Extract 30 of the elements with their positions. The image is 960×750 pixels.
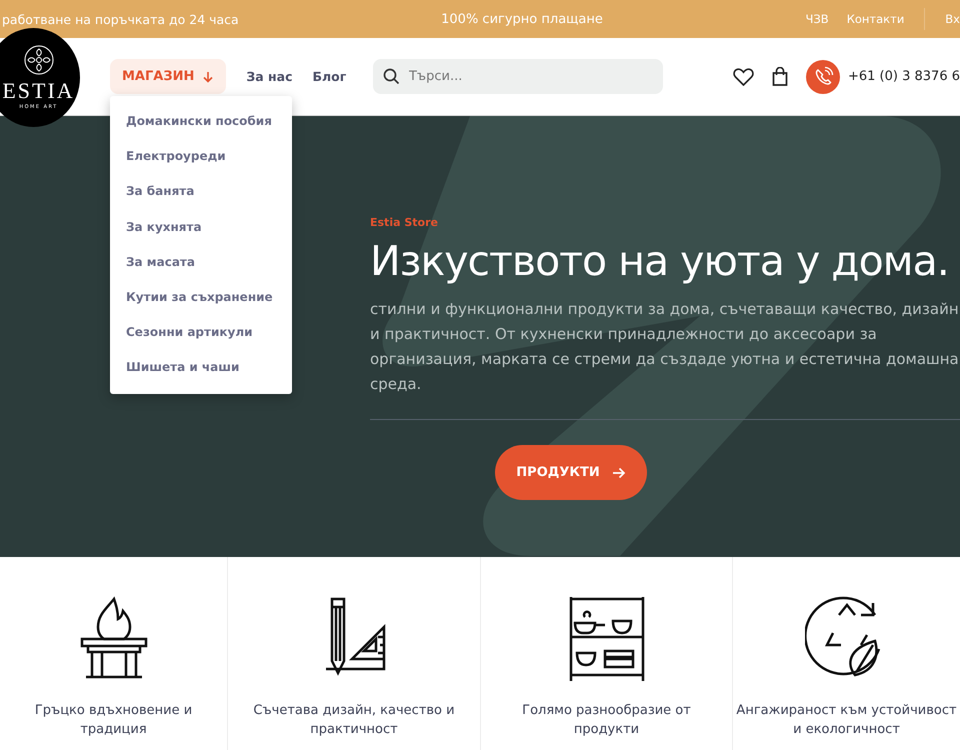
store-label: Estia Store [370,216,439,229]
shipping-notice: работване на поръчката до 24 часа [2,12,240,26]
phone-number[interactable]: +61 (0) 3 8376 6 [848,69,960,84]
phone-icon[interactable] [806,60,840,94]
category-menu-item[interactable]: Шишета и чаши [110,350,292,386]
feature-caption: Съчетава дизайн, качество и практичност [252,702,456,739]
category-menu-item[interactable]: Електроуреди [110,139,292,174]
products-button[interactable]: ПРОДУКТИ [495,445,647,500]
category-menu-item[interactable]: Домакински пособия [110,104,292,140]
nav-link[interactable]: Блог [312,69,346,84]
hero-heading: Изкуството на уюта у дома. [370,237,950,285]
hero-description: стилни и функционални продукти за дома, съчетаващи качество, дизайн и практичност. От кухненски принадлежности до аксесоари за организация, марката се стреми да създаде уютна и естетична домашна среда. [370,299,960,395]
category-menu-item[interactable]: Сезонни артикули [110,315,292,350]
feature-caption: Гръцко вдъхновение и традиция [34,702,194,739]
shop-menu-button[interactable]: МАГАЗИН [110,59,226,94]
feature-caption: Голямо разнообразие от продукти [521,702,692,739]
nav-link[interactable]: За нас [246,69,292,84]
category-menu-item[interactable]: За банята [110,174,292,210]
arrow-right-icon [612,466,626,478]
category-menu-item[interactable]: Кутии за съхранение [110,280,292,316]
arrow-down-icon [202,70,214,82]
payment-notice: 100% сигурно плащане [440,12,604,26]
category-menu-item[interactable]: За масата [110,244,292,280]
search-icon [382,68,400,85]
shopping-bag-icon[interactable] [772,67,788,86]
category-menu-item[interactable]: За кухнята [110,210,292,245]
flower-emblem-icon [24,45,54,76]
feature-caption: Ангажираност към устойчивост и екологичност [736,702,958,739]
search-field[interactable]: Търси... [372,59,663,94]
heart-icon[interactable] [732,68,754,86]
